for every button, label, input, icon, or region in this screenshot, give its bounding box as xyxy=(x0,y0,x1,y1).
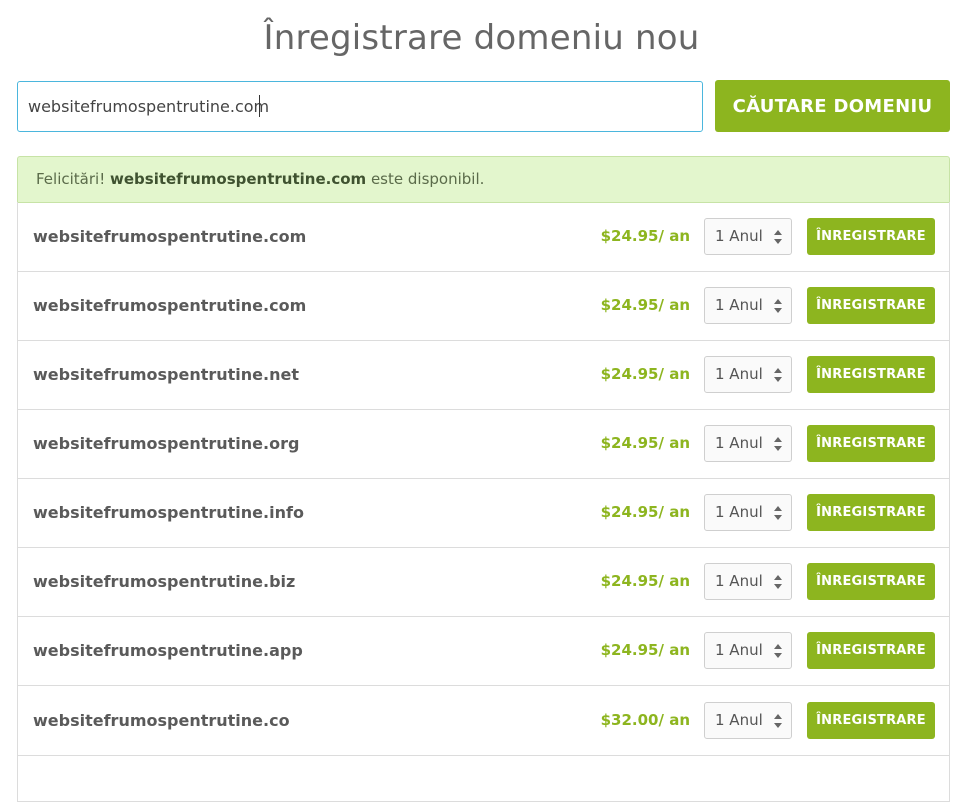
period-value: 1 Anul xyxy=(715,296,763,314)
result-row: websitefrumospentrutine.com $24.95/ an 1… xyxy=(18,271,949,341)
register-button[interactable]: ÎNREGISTRARE xyxy=(807,702,935,739)
period-select[interactable]: 1 Anul xyxy=(704,702,792,739)
domain-name: websitefrumospentrutine.net xyxy=(33,365,299,384)
price: $24.95/ an xyxy=(600,296,690,314)
sort-arrows-icon xyxy=(774,575,782,589)
register-button[interactable]: ÎNREGISTRARE xyxy=(807,632,935,669)
sort-arrows-icon xyxy=(774,299,782,313)
period-select[interactable]: 1 Anul xyxy=(704,563,792,600)
availability-alert: Felicitări! websitefrumospentrutine.com … xyxy=(17,156,950,203)
domain-name: websitefrumospentrutine.com xyxy=(33,296,307,315)
alert-prefix: Felicitări! xyxy=(36,170,106,188)
price: $24.95/ an xyxy=(600,503,690,521)
domain-name: websitefrumospentrutine.co xyxy=(33,711,290,730)
result-row: websitefrumospentrutine.biz $24.95/ an 1… xyxy=(18,547,949,617)
period-select[interactable]: 1 Anul xyxy=(704,356,792,393)
register-button[interactable]: ÎNREGISTRARE xyxy=(807,563,935,600)
result-row: websitefrumospentrutine.com $24.95/ an 1… xyxy=(18,202,949,272)
domain-search-input[interactable] xyxy=(17,81,703,132)
text-cursor xyxy=(259,95,260,117)
result-row: websitefrumospentrutine.net $24.95/ an 1… xyxy=(18,340,949,410)
period-select[interactable]: 1 Anul xyxy=(704,494,792,531)
sort-arrows-icon xyxy=(774,368,782,382)
register-button[interactable]: ÎNREGISTRARE xyxy=(807,356,935,393)
register-button[interactable]: ÎNREGISTRARE xyxy=(807,494,935,531)
price: $24.95/ an xyxy=(600,227,690,245)
period-value: 1 Anul xyxy=(715,434,763,452)
period-select[interactable]: 1 Anul xyxy=(704,287,792,324)
period-value: 1 Anul xyxy=(715,365,763,383)
result-row: websitefrumospentrutine.org $24.95/ an 1… xyxy=(18,409,949,479)
price: $32.00/ an xyxy=(600,711,690,729)
period-select[interactable]: 1 Anul xyxy=(704,425,792,462)
period-value: 1 Anul xyxy=(715,227,763,245)
search-domain-button[interactable]: CĂUTARE DOMENIU xyxy=(715,80,950,132)
alert-domain: websitefrumospentrutine.com xyxy=(110,170,367,188)
domain-name: websitefrumospentrutine.biz xyxy=(33,572,296,591)
register-button[interactable]: ÎNREGISTRARE xyxy=(807,287,935,324)
domain-name: websitefrumospentrutine.app xyxy=(33,641,303,660)
price: $24.95/ an xyxy=(600,641,690,659)
period-value: 1 Anul xyxy=(715,641,763,659)
period-select[interactable]: 1 Anul xyxy=(704,632,792,669)
period-value: 1 Anul xyxy=(715,503,763,521)
sort-arrows-icon xyxy=(774,437,782,451)
period-value: 1 Anul xyxy=(715,711,763,729)
result-row: websitefrumospentrutine.co $32.00/ an 1 … xyxy=(18,686,949,756)
sort-arrows-icon xyxy=(774,714,782,728)
register-button[interactable]: ÎNREGISTRARE xyxy=(807,218,935,255)
domain-name: websitefrumospentrutine.com xyxy=(33,227,307,246)
page-title: Înregistrare domeniu nou xyxy=(263,18,700,58)
price: $24.95/ an xyxy=(600,434,690,452)
sort-arrows-icon xyxy=(774,230,782,244)
price: $24.95/ an xyxy=(600,365,690,383)
domain-name: websitefrumospentrutine.org xyxy=(33,434,300,453)
sort-arrows-icon xyxy=(774,506,782,520)
period-select[interactable]: 1 Anul xyxy=(704,218,792,255)
period-value: 1 Anul xyxy=(715,572,763,590)
domain-name: websitefrumospentrutine.info xyxy=(33,503,304,522)
alert-suffix: este disponibil. xyxy=(370,170,485,188)
price: $24.95/ an xyxy=(600,572,690,590)
results-list: websitefrumospentrutine.com $24.95/ an 1… xyxy=(17,202,950,802)
sort-arrows-icon xyxy=(774,644,782,658)
result-row: websitefrumospentrutine.info $24.95/ an … xyxy=(18,478,949,548)
register-button[interactable]: ÎNREGISTRARE xyxy=(807,425,935,462)
result-row: websitefrumospentrutine.app $24.95/ an 1… xyxy=(18,616,949,686)
